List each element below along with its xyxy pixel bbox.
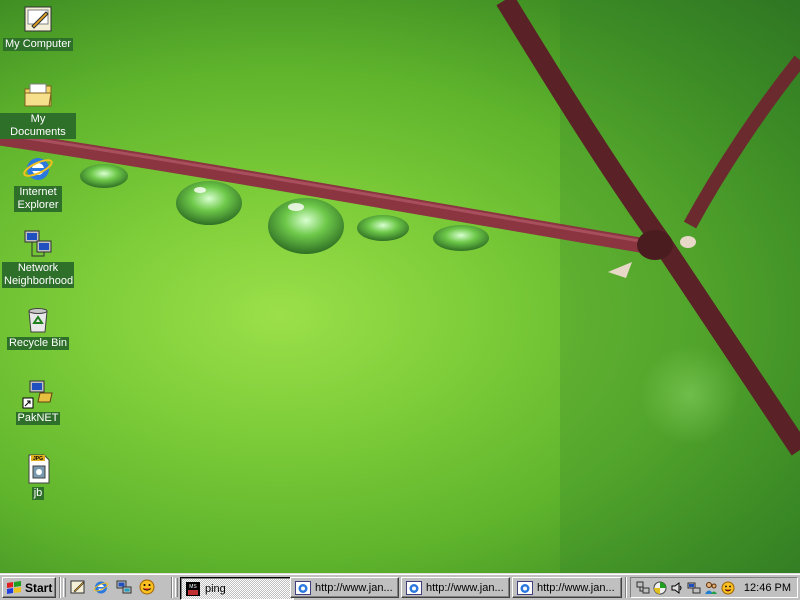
my-computer-icon — [24, 6, 52, 32]
task-button-ie-1[interactable]: http://www.jan... — [290, 577, 399, 598]
task-button-label: http://www.jan... — [315, 581, 393, 594]
my-documents-icon — [24, 83, 52, 107]
jpg-badge-text: JPG — [33, 456, 43, 462]
ms-dos-prompt-icon: MS — [186, 581, 200, 596]
internet-explorer-icon — [517, 580, 533, 595]
users-icon[interactable] — [703, 580, 719, 596]
desktop-icon-internet-explorer[interactable]: Internet Explorer — [0, 152, 76, 212]
network-adapter-icon[interactable] — [635, 580, 651, 596]
network-neighborhood-icon — [24, 230, 52, 257]
desktop-icon-label: My Documents — [0, 113, 76, 139]
task-button-label: ping — [205, 582, 226, 595]
dialup-connection-icon[interactable] — [686, 580, 702, 596]
desktop-icon-label: Recycle Bin — [6, 337, 70, 350]
desktop[interactable]: My Computer My Documents Internet Explor… — [0, 0, 800, 573]
task-button-ping[interactable]: MS ping — [180, 577, 294, 600]
recycle-bin-icon — [28, 308, 48, 333]
desktop-icon-my-computer[interactable]: My Computer — [0, 4, 76, 51]
svg-text:MS: MS — [189, 584, 197, 590]
internet-explorer-icon — [406, 580, 422, 595]
taskbar-separator — [625, 577, 627, 598]
desktop-icon-label: Network Neighborhood — [2, 262, 74, 288]
start-button[interactable]: Start — [2, 577, 56, 598]
desktop-icon-network-neighborhood[interactable]: Network Neighborhood — [0, 228, 76, 288]
toolbar-grip[interactable] — [63, 578, 66, 597]
clock[interactable]: 12:46 PM — [744, 582, 791, 594]
desktop-icon-recycle-bin[interactable]: Recycle Bin — [0, 303, 76, 350]
task-button-ie-2[interactable]: http://www.jan... — [401, 577, 510, 598]
task-button-label: http://www.jan... — [537, 581, 615, 594]
taskbar: Start MS ping http://www.jan... http://w… — [0, 573, 800, 600]
jpg-file-icon: JPG — [28, 454, 50, 484]
toolbar-grip[interactable] — [175, 578, 178, 597]
task-button-ie-3[interactable]: http://www.jan... — [512, 577, 622, 598]
channels-icon[interactable] — [114, 577, 134, 597]
desktop-icon-paknet[interactable]: PakNET — [0, 378, 76, 425]
desktop-icon-label: Internet Explorer — [14, 186, 62, 212]
taskbar-separator — [171, 577, 173, 598]
messenger-smiley-icon[interactable] — [720, 580, 736, 596]
windows-logo-icon — [7, 580, 21, 594]
desktop-icon-label: jb — [31, 487, 45, 500]
desktop-icon-label: PakNET — [15, 412, 61, 425]
internet-explorer-icon — [23, 158, 53, 180]
messenger-smiley-icon[interactable] — [137, 577, 157, 597]
paknet-shortcut-icon — [22, 380, 53, 409]
desktop-icon-label: My Computer — [2, 38, 74, 51]
desktop-icon-my-documents[interactable]: My Documents — [0, 79, 76, 139]
start-label: Start — [25, 580, 53, 595]
display-settings-icon[interactable] — [652, 580, 668, 596]
task-button-label: http://www.jan... — [426, 581, 504, 594]
show-desktop-icon[interactable] — [68, 577, 88, 597]
taskbar-separator — [59, 577, 61, 598]
wallpaper-branch-with-water-drops — [0, 0, 800, 573]
internet-explorer-icon — [295, 580, 311, 595]
desktop-icon-jb[interactable]: JPG jb — [0, 453, 76, 500]
quick-launch-toolbar — [68, 577, 157, 598]
internet-explorer-icon[interactable] — [91, 577, 111, 597]
volume-icon[interactable] — [669, 580, 685, 596]
system-tray: 12:46 PM — [630, 577, 798, 598]
